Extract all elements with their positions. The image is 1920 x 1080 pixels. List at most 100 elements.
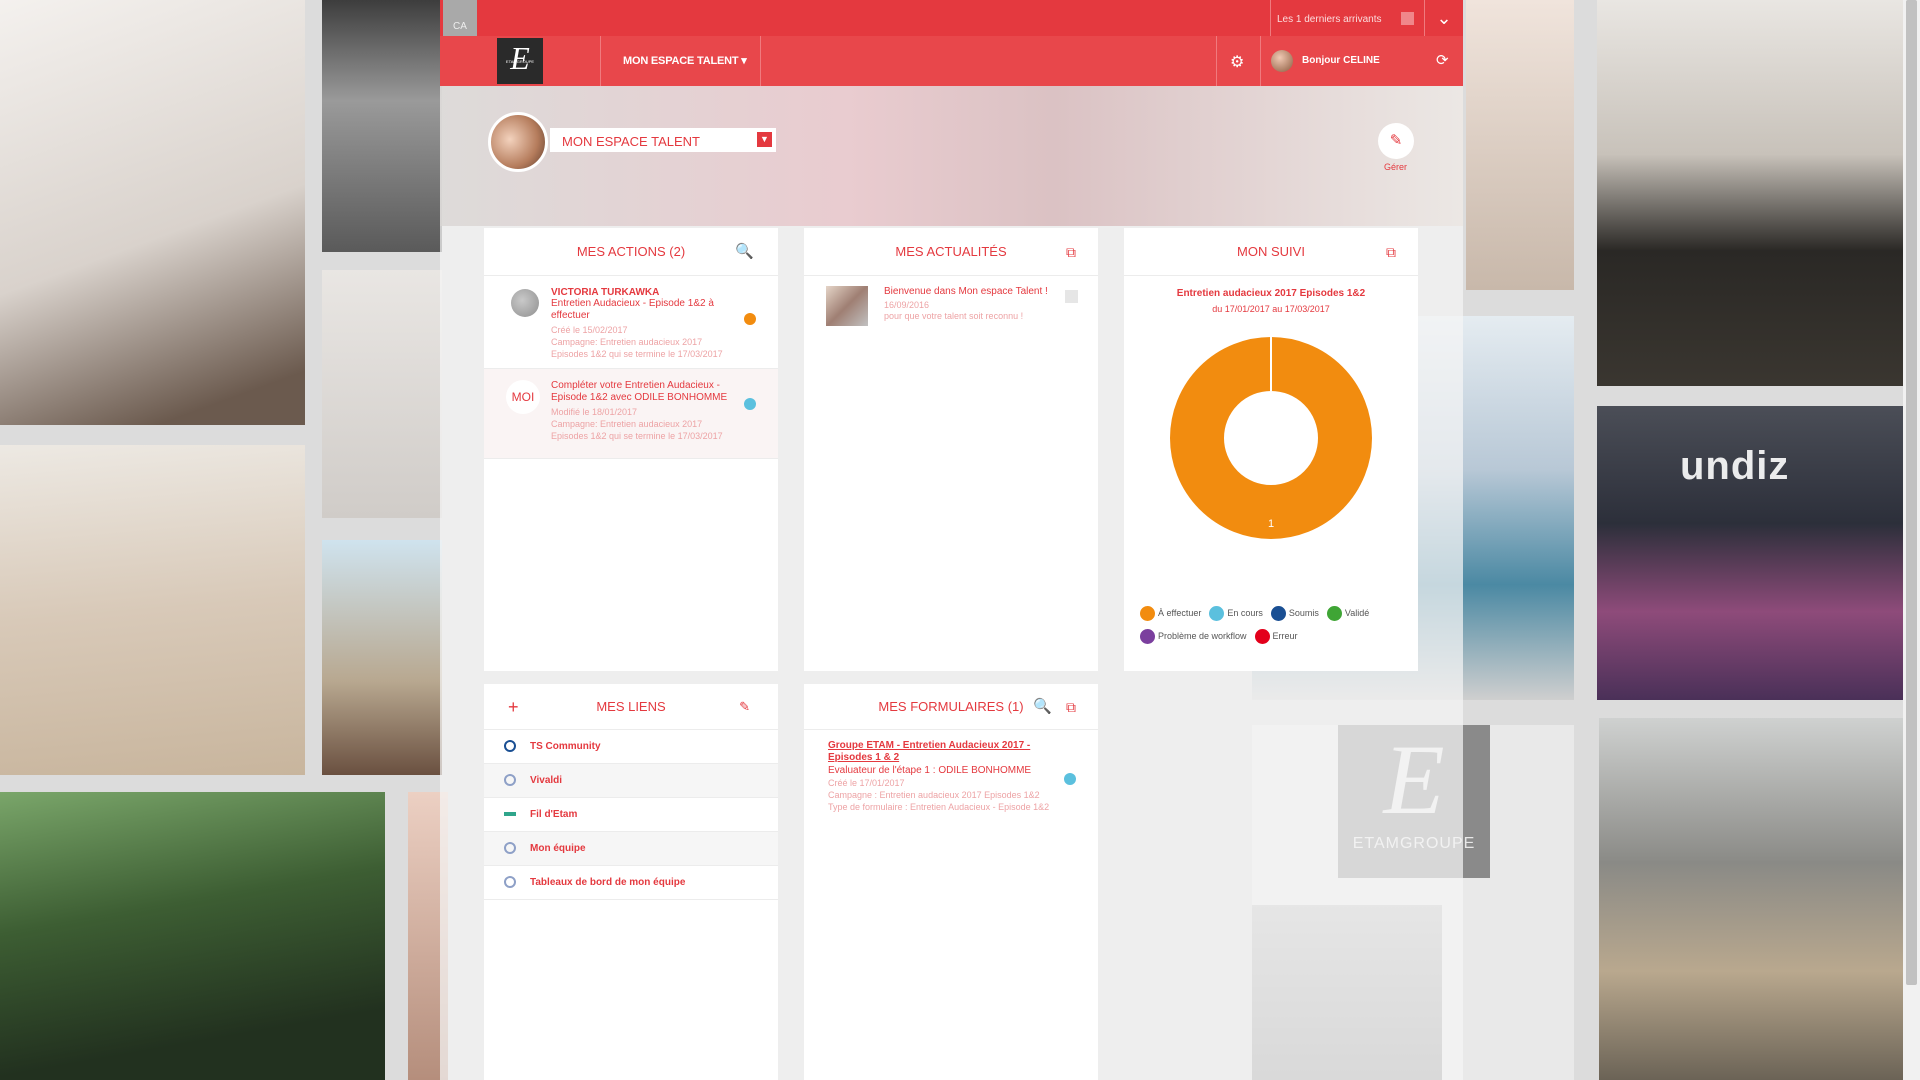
space-selector[interactable]: MON ESPACE TALENT ▼ — [550, 128, 776, 152]
forms-title: MES FORMULAIRES (1) — [878, 699, 1024, 714]
status-donut-chart[interactable]: 1 — [1124, 328, 1418, 558]
link-fil-etam[interactable]: Fil d'Etam — [484, 798, 778, 832]
moi-badge: MOI — [506, 380, 540, 414]
tracking-header: MON SUIVI ⧉ — [1124, 228, 1418, 276]
legend-item[interactable]: À effectuer — [1140, 606, 1201, 621]
expand-icon[interactable]: ⧉ — [1066, 684, 1076, 730]
photo-model-jacket — [1597, 0, 1903, 386]
expand-icon[interactable]: ⧉ — [1066, 228, 1076, 276]
search-icon[interactable]: 🔍 — [735, 228, 754, 276]
form-item-type: Type de formulaire : Entretien Audacieux… — [828, 802, 1050, 812]
action-campaign: Campagne: Entretien audacieux 2017 Episo… — [551, 419, 723, 441]
action-title: Compléter votre Entretien Audacieux - Ep… — [551, 380, 728, 403]
legend-label: À effectuer — [1158, 607, 1202, 618]
news-title: MES ACTUALITÉS — [895, 244, 1007, 259]
links-title: MES LIENS — [596, 699, 666, 714]
avatar — [511, 289, 539, 317]
greeting[interactable]: Bonjour CELINE — [1302, 55, 1380, 66]
tracking-card: MON SUIVI ⧉ Entretien audacieux 2017 Epi… — [1124, 228, 1418, 671]
action-campaign: Campagne: Entretien audacieux 2017 Episo… — [551, 337, 723, 359]
photo-model-lingerie — [0, 0, 305, 425]
legend-item[interactable]: Validé — [1326, 606, 1370, 621]
profile-avatar[interactable] — [488, 112, 548, 172]
globe-icon — [504, 740, 516, 752]
action-item[interactable]: VICTORIA TURKAWKA Entretien Audacieux - … — [484, 276, 778, 369]
ca-tab[interactable]: CA — [443, 0, 477, 36]
bar-icon — [504, 812, 516, 816]
plus-icon[interactable]: + — [508, 684, 519, 730]
actions-title: MES ACTIONS (2) — [576, 244, 686, 259]
link-tableaux-de-bord[interactable]: Tableaux de bord de mon équipe — [484, 866, 778, 900]
legend-item[interactable]: Erreur — [1254, 629, 1298, 644]
nav-menu-espace-talent[interactable]: MON ESPACE TALENT ▾ — [623, 54, 747, 67]
chart-legend: À effectuer En cours Soumis Validé Problème … — [1140, 606, 1410, 652]
legend-swatch — [1326, 606, 1342, 621]
nav-menu-label: MON ESPACE TALENT — [623, 55, 739, 67]
space-selector-label: MON ESPACE TALENT — [562, 134, 700, 149]
logo-caption: ETAMGROUPE — [505, 59, 535, 64]
chevron-down-icon: ▾ — [741, 55, 747, 67]
avatar[interactable] — [1271, 50, 1293, 72]
legend-swatch — [1140, 629, 1155, 644]
undiz-sign: undiz — [1680, 444, 1790, 488]
recent-arrivals-label: Les 1 derniers arrivants — [1277, 14, 1382, 25]
dropdown-icon[interactable]: ▼ — [757, 132, 772, 147]
pencil-icon[interactable]: ✎ — [739, 684, 750, 730]
news-card: MES ACTUALITÉS ⧉ Bienvenue dans Mon espa… — [804, 228, 1098, 671]
legend-swatch — [1254, 629, 1270, 644]
form-item-created: Créé le 17/01/2017 — [828, 778, 905, 788]
news-item[interactable]: Bienvenue dans Mon espace Talent ! 16/09… — [804, 276, 1098, 331]
nav-separator — [1260, 36, 1261, 86]
legend-swatch — [1140, 606, 1155, 621]
status-dot-todo — [744, 313, 756, 325]
photo-model-garden — [0, 792, 385, 1080]
gear-icon[interactable]: ⚙ — [1230, 52, 1244, 72]
link-vivaldi[interactable]: Vivaldi — [484, 764, 778, 798]
photo-model-swimwear — [322, 540, 442, 775]
photo-store-interior — [1466, 0, 1574, 290]
action-created: Créé le 15/02/2017 — [551, 325, 628, 335]
legend-label: Validé — [1344, 607, 1370, 618]
forms-card: MES FORMULAIRES (1) 🔍 ⧉ Groupe ETAM - En… — [804, 684, 1098, 1080]
form-item[interactable]: Groupe ETAM - Entretien Audacieux 2017 -… — [804, 730, 1098, 823]
actions-card: MES ACTIONS (2) 🔍 VICTORIA TURKAWKA Entr… — [484, 228, 778, 671]
status-dot-inprogress — [1064, 773, 1076, 785]
recent-arrivals-toggle[interactable] — [1401, 12, 1414, 25]
legend-item[interactable]: Problème de workflow — [1140, 629, 1247, 644]
action-person: VICTORIA TURKAWKA — [551, 287, 660, 298]
etam-logo[interactable]: E ETAMGROUPE — [497, 38, 543, 84]
link-label: Fil d'Etam — [530, 809, 578, 820]
scrollbar-thumb[interactable] — [1906, 0, 1917, 985]
chevron-down-icon[interactable]: ⌄ — [1424, 0, 1463, 36]
recent-arrivals[interactable]: Les 1 derniers arrivants — [1270, 0, 1422, 36]
photo-model — [322, 270, 442, 518]
action-item[interactable]: MOI Compléter votre Entretien Audacieux … — [484, 369, 778, 459]
hero-banner — [440, 86, 1463, 226]
tracking-period: du 17/01/2017 au 17/03/2017 — [1212, 304, 1330, 314]
legend-swatch — [1270, 606, 1286, 621]
news-item-title: Bienvenue dans Mon espace Talent ! — [884, 286, 1048, 297]
news-header: MES ACTUALITÉS ⧉ — [804, 228, 1098, 276]
links-header: + MES LIENS ✎ — [484, 684, 778, 730]
pencil-icon[interactable]: ✎ — [1378, 123, 1414, 159]
search-icon[interactable]: 🔍 — [1033, 684, 1052, 730]
expand-icon[interactable]: ⧉ — [1386, 228, 1396, 276]
tracking-title: MON SUIVI — [1237, 244, 1305, 259]
photo-model-dress — [0, 445, 305, 775]
logout-icon[interactable]: ⟳ — [1436, 51, 1449, 69]
legend-swatch — [1209, 606, 1225, 621]
globe-icon — [504, 842, 516, 854]
legend-item[interactable]: En cours — [1209, 606, 1263, 621]
legend-item[interactable]: Soumis — [1270, 606, 1319, 621]
actions-header: MES ACTIONS (2) 🔍 — [484, 228, 778, 276]
nav-separator — [760, 36, 761, 86]
legend-label: Erreur — [1272, 630, 1298, 641]
form-item-title[interactable]: Groupe ETAM - Entretien Audacieux 2017 -… — [828, 740, 1054, 764]
news-close-icon[interactable] — [1065, 290, 1078, 303]
manage-label[interactable]: Gérer — [1384, 162, 1407, 172]
page-scrollbar[interactable] — [1903, 0, 1920, 1080]
link-mon-equipe[interactable]: Mon équipe — [484, 832, 778, 866]
globe-icon — [504, 876, 516, 888]
link-label: Tableaux de bord de mon équipe — [530, 877, 686, 888]
link-ts-community[interactable]: TS Community — [484, 730, 778, 764]
